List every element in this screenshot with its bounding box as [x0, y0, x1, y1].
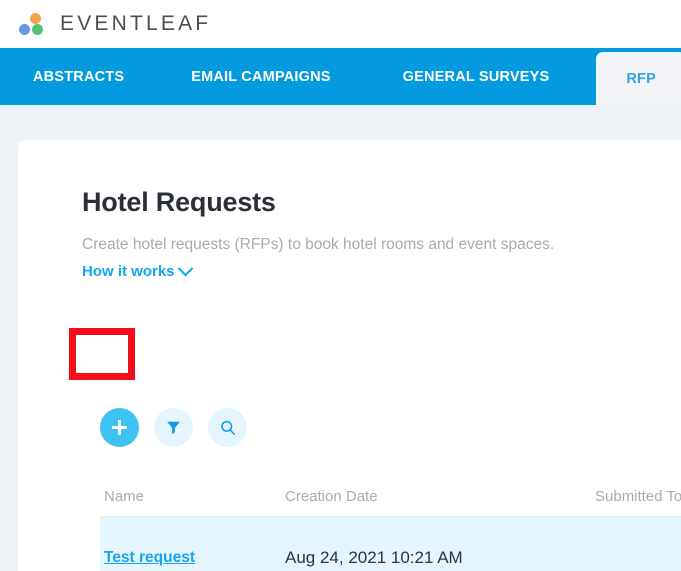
tab-email-campaigns-label: EMAIL CAMPAIGNS	[191, 68, 331, 85]
tab-general-surveys-label: GENERAL SURVEYS	[402, 68, 550, 85]
table-row[interactable]: Test request Aug 24, 2021 10:21 AM	[100, 517, 681, 571]
requests-table: Name Creation Date Submitted To Test req…	[100, 478, 681, 571]
search-button[interactable]	[208, 408, 247, 447]
tab-rfp-label: RFP	[626, 70, 656, 87]
add-request-button[interactable]	[100, 408, 139, 447]
how-it-works-label: How it works	[82, 263, 175, 281]
column-header-submitted-to: Submitted To	[595, 487, 681, 505]
logo-dot-blue-icon	[19, 24, 30, 35]
app-root: EVENTLEAF ABSTRACTS EMAIL CAMPAIGNS GENE…	[0, 0, 681, 571]
page-body: Hotel Requests Create hotel requests (RF…	[0, 105, 681, 571]
toolbar-actions	[100, 408, 247, 447]
column-header-name: Name	[104, 487, 145, 505]
main-navigation-bar: ABSTRACTS EMAIL CAMPAIGNS GENERAL SURVEY…	[0, 48, 681, 105]
tab-abstracts[interactable]: ABSTRACTS	[13, 48, 144, 105]
table-header-row: Name Creation Date Submitted To	[100, 478, 681, 517]
content-card: Hotel Requests Create hotel requests (RF…	[18, 140, 681, 571]
cell-creation-date: Aug 24, 2021 10:21 AM	[285, 547, 463, 567]
request-name-link[interactable]: Test request	[104, 549, 195, 566]
logo-dot-green-icon	[32, 24, 43, 35]
tab-abstracts-label: ABSTRACTS	[33, 68, 125, 85]
eventleaf-logo-icon	[18, 11, 54, 37]
logo-dot-orange-icon	[30, 13, 41, 24]
filter-button[interactable]	[154, 408, 193, 447]
tab-email-campaigns[interactable]: EMAIL CAMPAIGNS	[171, 48, 350, 105]
page-subtitle: Create hotel requests (RFPs) to book hot…	[82, 235, 555, 253]
tab-rfp[interactable]: RFP	[596, 52, 681, 105]
cell-name: Test request	[100, 549, 285, 567]
search-icon	[220, 420, 235, 435]
tab-general-surveys[interactable]: GENERAL SURVEYS	[383, 48, 570, 105]
filter-icon	[167, 421, 180, 435]
card-inner: Hotel Requests Create hotel requests (RF…	[82, 187, 681, 571]
nav-tab-list: ABSTRACTS EMAIL CAMPAIGNS GENERAL SURVEY…	[0, 48, 681, 105]
column-header-creation-date: Creation Date	[285, 487, 378, 505]
brand-name: EVENTLEAF	[60, 12, 212, 35]
brand-header: EVENTLEAF	[0, 0, 681, 48]
chevron-down-icon	[177, 261, 193, 277]
plus-icon	[112, 420, 127, 435]
how-it-works-link[interactable]: How it works	[82, 261, 193, 281]
page-title: Hotel Requests	[82, 187, 276, 217]
